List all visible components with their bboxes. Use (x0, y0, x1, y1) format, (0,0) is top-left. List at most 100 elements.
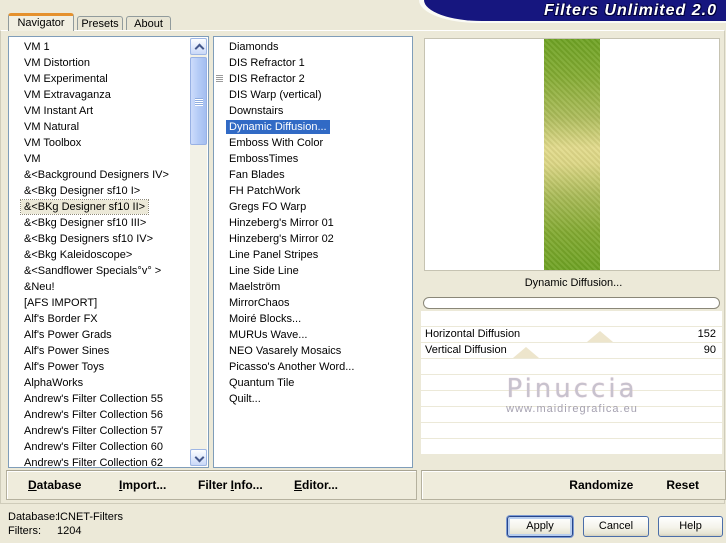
help-button[interactable]: Help (658, 516, 723, 537)
list-item-label: VM Experimental (24, 73, 108, 85)
list-item[interactable]: Alf's Border FX (9, 311, 191, 327)
list-item[interactable]: Hinzeberg's Mirror 01 (214, 215, 412, 231)
slider-row[interactable]: Vertical Diffusion 90 (421, 343, 722, 358)
category-scrollbar[interactable] (190, 38, 207, 466)
list-item[interactable]: Gregs FO Warp (214, 199, 412, 215)
list-item-label: Diamonds (229, 41, 279, 53)
cancel-button[interactable]: Cancel (583, 516, 649, 537)
list-item[interactable]: Line Side Line (214, 263, 412, 279)
list-item-label: AlphaWorks (24, 377, 84, 389)
list-item[interactable]: &<Bkg Designers sf10 IV> (9, 231, 191, 247)
list-item[interactable]: &<Bkg Kaleidoscope> (9, 247, 191, 263)
title-banner: Filters Unlimited 2.0 (424, 0, 726, 21)
editor-button[interactable]: Editor... (294, 478, 338, 492)
list-item[interactable]: VM (9, 151, 191, 167)
list-item-label: FH PatchWork (229, 185, 301, 197)
list-item[interactable]: DIS Refractor 2 (214, 71, 412, 87)
list-item-label: Moiré Blocks... (229, 313, 302, 325)
list-item[interactable]: VM Experimental (9, 71, 191, 87)
list-item[interactable]: &<BKg Designer sf10 II> (9, 199, 191, 215)
tab-presets[interactable]: Presets (77, 16, 123, 31)
list-item-label: DIS Refractor 1 (229, 57, 305, 69)
empty-row (421, 375, 722, 390)
scroll-down-button[interactable] (190, 449, 207, 466)
list-item[interactable]: Alf's Power Sines (9, 343, 191, 359)
randomize-button[interactable]: Randomize (569, 478, 633, 492)
slider-row[interactable]: Horizontal Diffusion 152 (421, 327, 722, 342)
filter-list-items: Diamonds DIS Refractor 1 DIS Refractor 2 DI… (214, 39, 412, 407)
list-item[interactable]: Andrew's Filter Collection 62 (9, 455, 191, 467)
list-item[interactable]: Dynamic Diffusion... (214, 119, 412, 135)
list-item-label: VM (24, 153, 41, 165)
list-item[interactable]: Andrew's Filter Collection 60 (9, 439, 191, 455)
apply-button[interactable]: Apply (507, 516, 573, 537)
list-item[interactable]: VM Toolbox (9, 135, 191, 151)
reset-button[interactable]: Reset (666, 478, 699, 492)
list-item[interactable]: FH PatchWork (214, 183, 412, 199)
list-item[interactable]: NEO Vasarely Mosaics (214, 343, 412, 359)
list-item[interactable]: Fan Blades (214, 167, 412, 183)
slider-value: 90 (703, 344, 716, 356)
list-item[interactable]: &<Bkg Designer sf10 I> (9, 183, 191, 199)
filter-info-button[interactable]: Filter Info... (198, 478, 263, 492)
list-item[interactable]: Quantum Tile (214, 375, 412, 391)
list-item[interactable]: Andrew's Filter Collection 56 (9, 407, 191, 423)
scrollbar-thumb[interactable] (190, 57, 207, 145)
list-item[interactable]: Alf's Power Grads (9, 327, 191, 343)
chevron-up-icon (194, 43, 205, 54)
slider-thumb[interactable] (513, 347, 539, 358)
import-button[interactable]: Import... (119, 478, 166, 492)
list-item[interactable]: AlphaWorks (9, 375, 191, 391)
category-listbox[interactable]: VM 1 VM Distortion VM Experimental VM Extra… (8, 36, 209, 468)
list-item[interactable]: Picasso's Another Word... (214, 359, 412, 375)
list-item[interactable]: Andrew's Filter Collection 57 (9, 423, 191, 439)
list-item[interactable]: VM Distortion (9, 55, 191, 71)
list-item-label: Emboss With Color (229, 137, 324, 149)
list-item[interactable]: Diamonds (214, 39, 412, 55)
list-item[interactable]: Quilt... (214, 391, 412, 407)
list-item[interactable]: &Neu! (9, 279, 191, 295)
list-item[interactable]: Emboss With Color (214, 135, 412, 151)
list-item[interactable]: MURUs Wave... (214, 327, 412, 343)
list-item-label: DIS Refractor 2 (229, 73, 305, 85)
list-item[interactable]: DIS Warp (vertical) (214, 87, 412, 103)
list-item[interactable]: Moiré Blocks... (214, 311, 412, 327)
list-item[interactable]: VM Extravaganza (9, 87, 191, 103)
list-item-label: Hinzeberg's Mirror 01 (229, 217, 334, 229)
list-item[interactable]: DIS Refractor 1 (214, 55, 412, 71)
list-item[interactable]: Line Panel Stripes (214, 247, 412, 263)
list-item[interactable]: [AFS IMPORT] (9, 295, 191, 311)
list-item[interactable]: Andrew's Filter Collection 55 (9, 391, 191, 407)
list-item[interactable]: VM 1 (9, 39, 191, 55)
empty-row (421, 359, 722, 374)
list-item[interactable]: Maelström (214, 279, 412, 295)
tab-navigator[interactable]: Navigator (8, 13, 74, 31)
slider-label: Vertical Diffusion (425, 344, 507, 356)
scroll-up-button[interactable] (190, 38, 207, 55)
empty-row (421, 407, 722, 422)
list-item-label: &Neu! (24, 281, 55, 293)
database-button[interactable]: Database (28, 478, 81, 492)
filter-listbox[interactable]: Diamonds DIS Refractor 1 DIS Refractor 2 DI… (213, 36, 413, 468)
list-item-label: Alf's Border FX (24, 313, 98, 325)
selected-filter-caption: Dynamic Diffusion... (524, 277, 623, 289)
list-item-label: Andrew's Filter Collection 57 (24, 425, 164, 437)
list-item[interactable]: Downstairs (214, 103, 412, 119)
list-item[interactable]: Hinzeberg's Mirror 02 (214, 231, 412, 247)
list-item[interactable]: VM Natural (9, 119, 191, 135)
list-item[interactable]: &<Sandflower Specials°v° > (9, 263, 191, 279)
slider-value: 152 (697, 328, 716, 340)
list-item-label: &<Bkg Designer sf10 III> (24, 217, 147, 229)
list-item[interactable]: &<Bkg Designer sf10 III> (9, 215, 191, 231)
slider-thumb[interactable] (587, 331, 613, 342)
list-item-label: Andrew's Filter Collection 60 (24, 441, 164, 453)
tab-about[interactable]: About (126, 16, 171, 31)
slider-label: Horizontal Diffusion (425, 328, 521, 340)
list-item[interactable]: &<Background Designers IV> (9, 167, 191, 183)
list-item[interactable]: VM Instant Art (9, 103, 191, 119)
list-item[interactable]: EmbossTimes (214, 151, 412, 167)
list-item-label: &<Bkg Kaleidoscope> (24, 249, 133, 261)
list-item-label: &<Background Designers IV> (24, 169, 169, 181)
list-item[interactable]: MirrorChaos (214, 295, 412, 311)
list-item[interactable]: Alf's Power Toys (9, 359, 191, 375)
